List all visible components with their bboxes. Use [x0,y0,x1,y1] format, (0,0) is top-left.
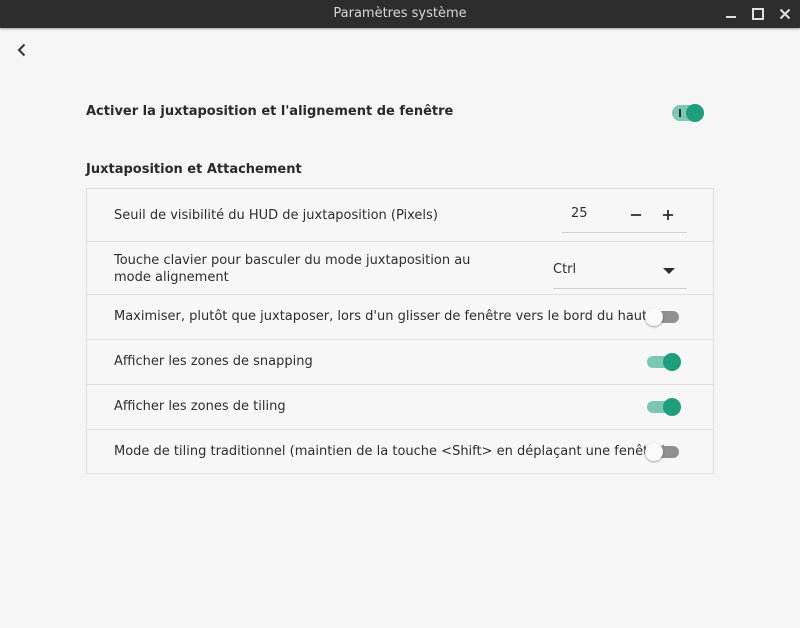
tile-zones-toggle-switch[interactable] [647,398,681,416]
back-button[interactable] [12,40,32,60]
titlebar: Paramètres système [0,0,800,28]
close-button[interactable] [773,0,797,28]
section-title: Juxtaposition et Attachement [86,162,302,177]
minus-icon [631,214,641,216]
maximize-button[interactable] [746,0,770,28]
minimize-button[interactable] [719,0,743,28]
hud-threshold-value[interactable]: 25 [571,206,588,221]
switch-knob [645,308,663,326]
window-title: Paramètres système [333,6,467,21]
maximize-icon [752,8,764,20]
plus-icon [663,210,673,220]
hud-threshold-label: Seuil de visibilité du HUD de juxtaposit… [114,208,438,223]
back-arrow-icon [17,43,26,57]
switch-knob [645,443,663,461]
settings-row-tile-zones: Afficher les zones de tiling [87,385,713,430]
maximize-toggle-switch[interactable] [645,308,679,326]
on-mark-icon [679,109,681,117]
dropdown-arrow-icon [663,268,675,274]
settings-row-legacy-tiling: Mode de tiling traditionnel (maintien de… [87,430,713,473]
settings-panel: Seuil de visibilité du HUD de juxtaposit… [86,188,714,474]
toggle-key-value: Ctrl [553,262,577,277]
minimize-icon [726,16,736,18]
maximize-label: Maximiser, plutôt que juxtaposer, lors d… [114,309,648,324]
switch-knob [663,353,681,371]
legacy-tiling-toggle-switch[interactable] [645,443,679,461]
settings-row-hud-threshold: Seuil de visibilité du HUD de juxtaposit… [87,189,713,242]
snap-zones-label: Afficher les zones de snapping [114,354,313,369]
close-icon [779,8,791,20]
master-toggle-label: Activer la juxtaposition et l'alignement… [86,104,454,119]
toggle-key-label: Touche clavier pour basculer du mode jux… [114,253,471,285]
hud-threshold-spinbox[interactable]: 25 [562,200,687,233]
decrement-button[interactable] [622,200,650,230]
settings-row-snap-zones: Afficher les zones de snapping [87,340,713,385]
increment-button[interactable] [654,200,682,230]
settings-row-toggle-key: Touche clavier pour basculer du mode jux… [87,242,713,295]
switch-knob [663,398,681,416]
settings-row-maximize: Maximiser, plutôt que juxtaposer, lors d… [87,295,713,340]
toggle-key-dropdown[interactable]: Ctrl [553,256,687,289]
tile-zones-label: Afficher les zones de tiling [114,399,286,414]
snap-zones-toggle-switch[interactable] [647,353,681,371]
legacy-tiling-label: Mode de tiling traditionnel (maintien de… [114,444,667,459]
switch-knob [686,104,704,122]
master-toggle-switch[interactable] [672,104,704,122]
